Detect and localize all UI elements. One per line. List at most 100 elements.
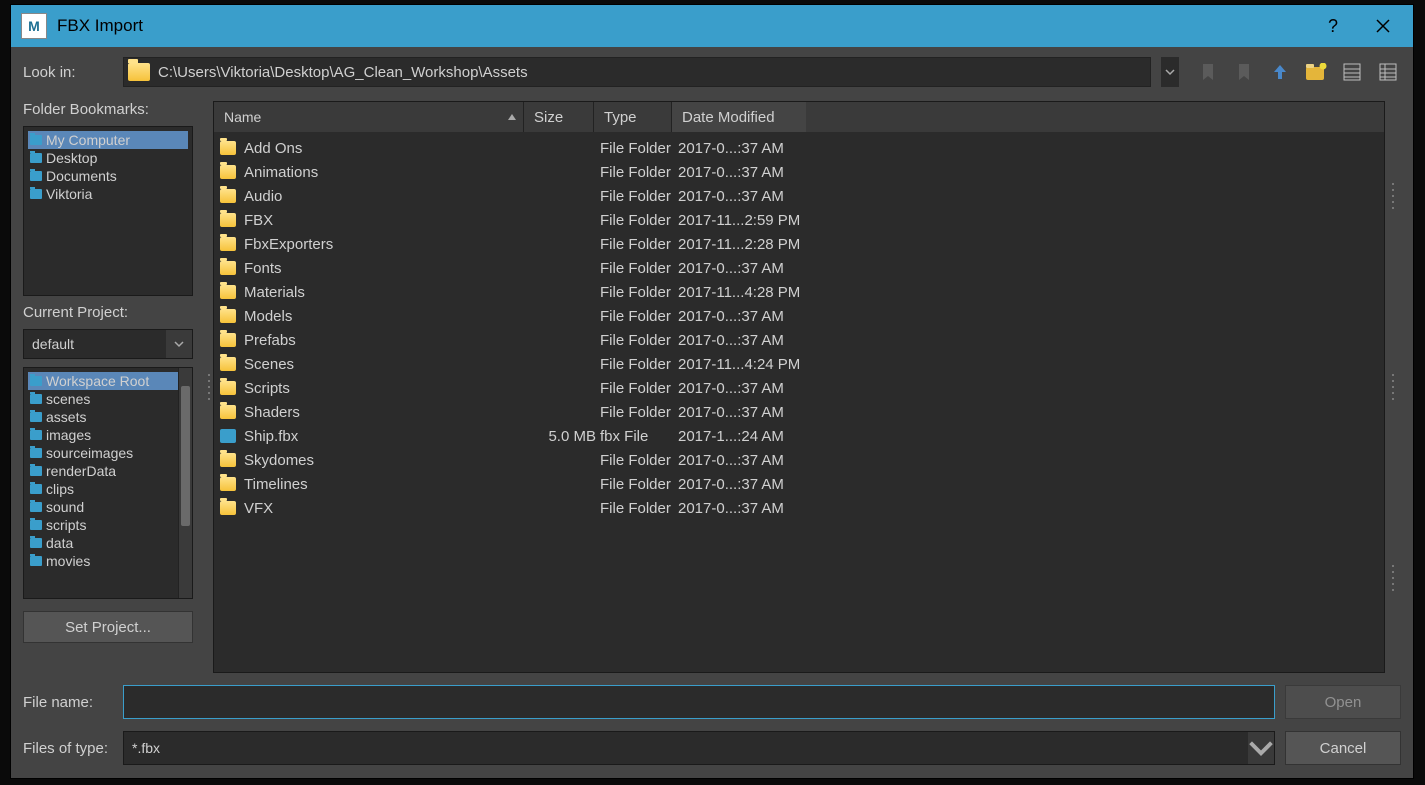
scrollbar-thumb[interactable]: [181, 386, 190, 526]
file-row[interactable]: ScriptsFile Folder2017-0...:37 AM: [214, 376, 1384, 400]
workspace-item[interactable]: renderData: [28, 462, 188, 480]
file-date: 2017-0...:37 AM: [678, 332, 818, 349]
folder-icon: [220, 381, 236, 395]
workspace-item[interactable]: sound: [28, 498, 188, 516]
file-row[interactable]: AnimationsFile Folder2017-0...:37 AM: [214, 160, 1384, 184]
bookmark-item[interactable]: My Computer: [28, 131, 188, 149]
file-date: 2017-0...:37 AM: [678, 308, 818, 325]
workspace-item[interactable]: images: [28, 426, 188, 444]
file-row[interactable]: AudioFile Folder2017-0...:37 AM: [214, 184, 1384, 208]
cancel-button[interactable]: Cancel: [1285, 731, 1401, 765]
project-select-value: default: [32, 336, 74, 352]
file-row[interactable]: ShadersFile Folder2017-0...:37 AM: [214, 400, 1384, 424]
file-row[interactable]: PrefabsFile Folder2017-0...:37 AM: [214, 328, 1384, 352]
workspace-panel: Workspace Rootscenesassetsimagessourceim…: [23, 367, 193, 599]
file-row[interactable]: FontsFile Folder2017-0...:37 AM: [214, 256, 1384, 280]
file-type: File Folder: [600, 284, 678, 301]
file-size: 5.0 MB: [530, 428, 600, 445]
help-button[interactable]: ?: [1313, 6, 1353, 46]
folder-icon: [30, 189, 42, 199]
details-icon[interactable]: [1375, 59, 1401, 85]
workspace-item[interactable]: scripts: [28, 516, 188, 534]
bookmark-back-icon[interactable]: [1195, 59, 1221, 85]
workspace-item[interactable]: clips: [28, 480, 188, 498]
folder-icon: [220, 237, 236, 251]
up-folder-icon[interactable]: [1267, 59, 1293, 85]
folder-icon: [30, 520, 42, 530]
file-row[interactable]: Ship.fbx5.0 MBfbx File2017-1...:24 AM: [214, 424, 1384, 448]
file-type: File Folder: [600, 404, 678, 421]
file-date: 2017-0...:37 AM: [678, 452, 818, 469]
file-name: Timelines: [244, 476, 530, 493]
workspace-label: Workspace Root: [46, 373, 149, 389]
workspace-item[interactable]: scenes: [28, 390, 188, 408]
folder-icon: [220, 213, 236, 227]
new-folder-icon[interactable]: [1303, 59, 1329, 85]
workspace-item[interactable]: assets: [28, 408, 188, 426]
column-type[interactable]: Type: [594, 102, 672, 132]
file-date: 2017-0...:37 AM: [678, 500, 818, 517]
list-icon[interactable]: [1339, 59, 1365, 85]
file-name: FBX: [244, 212, 530, 229]
file-row[interactable]: FBXFile Folder2017-11...2:59 PM: [214, 208, 1384, 232]
file-date: 2017-11...2:28 PM: [678, 236, 818, 253]
workspace-item[interactable]: sourceimages: [28, 444, 188, 462]
file-date: 2017-0...:37 AM: [678, 476, 818, 493]
workspace-label: assets: [46, 409, 86, 425]
workspace-item[interactable]: Workspace Root: [28, 372, 188, 390]
file-date: 2017-0...:37 AM: [678, 164, 818, 181]
scrollbar[interactable]: [178, 368, 192, 598]
folder-icon: [30, 394, 42, 404]
file-name: Skydomes: [244, 452, 530, 469]
filename-input[interactable]: [123, 685, 1275, 719]
bookmark-item[interactable]: Documents: [28, 167, 188, 185]
workspace-item[interactable]: data: [28, 534, 188, 552]
file-row[interactable]: ScenesFile Folder2017-11...4:24 PM: [214, 352, 1384, 376]
file-date: 2017-0...:37 AM: [678, 140, 818, 157]
column-date[interactable]: Date Modified: [672, 102, 806, 132]
file-date: 2017-0...:37 AM: [678, 188, 818, 205]
file-name: Animations: [244, 164, 530, 181]
bookmarks-panel: My ComputerDesktopDocumentsViktoria: [23, 126, 193, 296]
bookmark-forward-icon[interactable]: [1231, 59, 1257, 85]
bookmark-item[interactable]: Viktoria: [28, 185, 188, 203]
column-name[interactable]: Name: [214, 102, 524, 132]
workspace-label: data: [46, 535, 73, 551]
splitter[interactable]: [205, 101, 213, 673]
file-list[interactable]: Add OnsFile Folder2017-0...:37 AMAnimati…: [214, 132, 1384, 672]
workspace-item[interactable]: movies: [28, 552, 188, 570]
file-row[interactable]: TimelinesFile Folder2017-0...:37 AM: [214, 472, 1384, 496]
file-row[interactable]: Add OnsFile Folder2017-0...:37 AM: [214, 136, 1384, 160]
folder-icon: [220, 477, 236, 491]
file-type: File Folder: [600, 140, 678, 157]
file-type: File Folder: [600, 308, 678, 325]
folder-icon: [30, 412, 42, 422]
file-row[interactable]: FbxExportersFile Folder2017-11...2:28 PM: [214, 232, 1384, 256]
file-type: File Folder: [600, 236, 678, 253]
path-input[interactable]: C:\Users\Viktoria\Desktop\AG_Clean_Works…: [123, 57, 1151, 87]
set-project-button[interactable]: Set Project...: [23, 611, 193, 643]
filetype-select[interactable]: *.fbx: [123, 731, 1275, 765]
file-date: 2017-0...:37 AM: [678, 260, 818, 277]
folder-icon: [220, 453, 236, 467]
bookmark-item[interactable]: Desktop: [28, 149, 188, 167]
file-row[interactable]: MaterialsFile Folder2017-11...4:28 PM: [214, 280, 1384, 304]
file-row[interactable]: ModelsFile Folder2017-0...:37 AM: [214, 304, 1384, 328]
file-row[interactable]: SkydomesFile Folder2017-0...:37 AM: [214, 448, 1384, 472]
file-type: File Folder: [600, 356, 678, 373]
file-date: 2017-0...:37 AM: [678, 404, 818, 421]
open-button[interactable]: Open: [1285, 685, 1401, 719]
folder-icon: [220, 261, 236, 275]
fbx-icon: [220, 429, 236, 443]
path-dropdown[interactable]: [1161, 57, 1179, 87]
dialog: M FBX Import ? Look in: C:\Users\Viktori…: [10, 4, 1414, 779]
file-type: fbx File: [600, 428, 678, 445]
project-select[interactable]: default: [23, 329, 193, 359]
column-size[interactable]: Size: [524, 102, 594, 132]
filename-label: File name:: [23, 694, 113, 711]
file-list-panel: Name Size Type Date Modified Add OnsFile…: [213, 101, 1385, 673]
file-row[interactable]: VFXFile Folder2017-0...:37 AM: [214, 496, 1384, 520]
splitter-right[interactable]: [1385, 101, 1401, 673]
workspace-label: movies: [46, 553, 90, 569]
close-button[interactable]: [1363, 6, 1403, 46]
